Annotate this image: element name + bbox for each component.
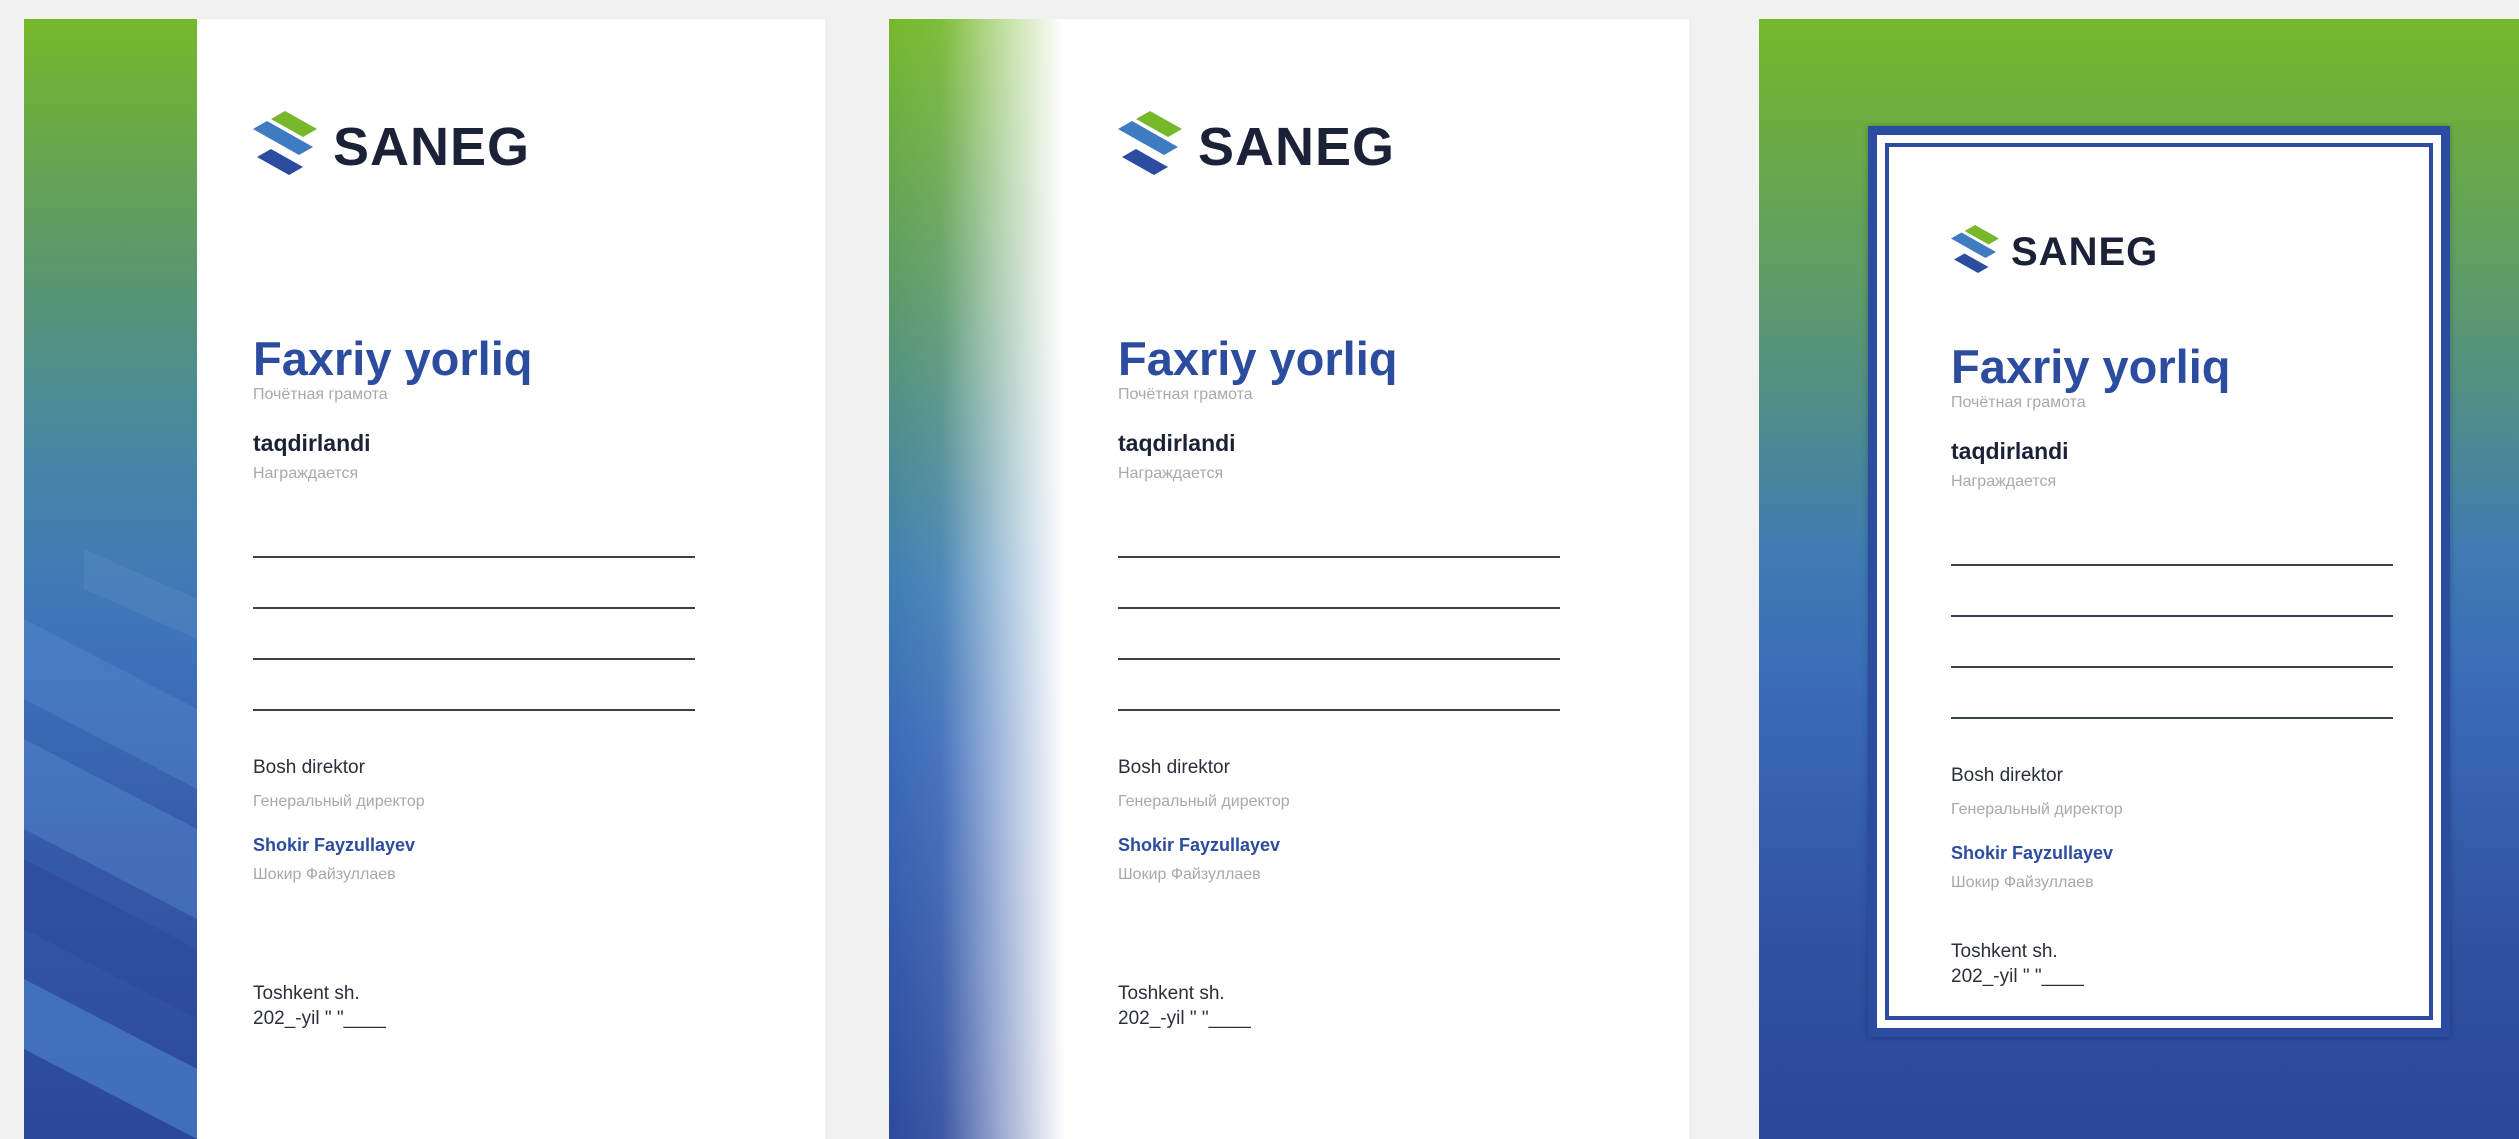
awarded-label-ru: Награждается <box>1118 465 1224 482</box>
fill-line <box>1951 566 2393 617</box>
fill-line <box>1951 668 2393 719</box>
date-placeholder: 202_-yil " "____ <box>1951 965 2084 987</box>
awarded-label: taqdirlandi <box>1118 430 1236 456</box>
director-position: Bosh direktor <box>253 757 365 778</box>
certificate-card-3: SANEG Faxriy yorliq Почётная грамота taq… <box>1759 19 2519 1139</box>
fill-line <box>1118 507 1560 558</box>
certificate-title: Faxriy yorliq <box>253 332 533 385</box>
certificate-title-ru: Почётная грамота <box>253 386 388 403</box>
gradient-fade-overlay <box>889 19 1064 1139</box>
saneg-logo-icon <box>253 111 317 175</box>
city-label: Toshkent sh. <box>1951 941 2058 962</box>
date-placeholder: 202_-yil " "____ <box>1118 1007 1251 1029</box>
brand-wordmark: SANEG <box>2011 229 2159 274</box>
city-label: Toshkent sh. <box>253 983 360 1004</box>
director-position: Bosh direktor <box>1118 757 1230 778</box>
awarded-label-ru: Награждается <box>253 465 359 482</box>
awarded-label: taqdirlandi <box>253 430 371 456</box>
signatory-name-ru: Шокир Файзуллаев <box>1951 874 2094 891</box>
saneg-logo: SANEG <box>1118 111 1395 183</box>
saneg-logo-icon <box>1951 225 1999 273</box>
frame-paper: SANEG Faxriy yorliq Почётная грамота taq… <box>1877 135 2441 1028</box>
fill-line <box>1118 558 1560 609</box>
fill-line <box>253 609 695 660</box>
gradient-stripe-band <box>24 19 197 1139</box>
fill-line <box>1118 609 1560 660</box>
certificate-body: Faxriy yorliq Почётная грамота taqdirlan… <box>253 335 695 1031</box>
name-fill-lines <box>1951 515 2393 719</box>
certificate-title: Faxriy yorliq <box>1951 340 2231 393</box>
fill-line <box>1118 660 1560 711</box>
certificate-body: Faxriy yorliq Почётная грамота taqdirlan… <box>1951 343 2393 989</box>
certificate-card-1: SANEG Faxriy yorliq Почётная грамота taq… <box>24 19 825 1139</box>
certificate-title-ru: Почётная грамота <box>1951 394 2086 411</box>
fill-line <box>253 507 695 558</box>
certificate-frame: SANEG Faxriy yorliq Почётная грамота taq… <box>1868 126 2450 1037</box>
brand-wordmark: SANEG <box>1198 117 1396 177</box>
brand-wordmark: SANEG <box>333 117 531 177</box>
director-position-ru: Генеральный директор <box>253 793 425 810</box>
fill-line <box>253 558 695 609</box>
certificate-card-2: SANEG Faxriy yorliq Почётная грамота taq… <box>889 19 1689 1139</box>
awarded-label-ru: Награждается <box>1951 473 2057 490</box>
name-fill-lines <box>253 507 695 711</box>
saneg-logo: SANEG <box>1951 225 2158 279</box>
fill-line <box>253 660 695 711</box>
signatory-name: Shokir Fayzullayev <box>1951 843 2114 863</box>
signatory-name: Shokir Fayzullayev <box>1118 835 1281 855</box>
certificate-title: Faxriy yorliq <box>1118 332 1398 385</box>
signatory-name-ru: Шокир Файзуллаев <box>253 866 396 883</box>
director-position-ru: Генеральный директор <box>1951 801 2123 818</box>
date-placeholder: 202_-yil " "____ <box>253 1007 386 1029</box>
saneg-logo: SANEG <box>253 111 530 183</box>
certificate-body: Faxriy yorliq Почётная грамота taqdirlan… <box>1118 335 1560 1031</box>
certificate-title-ru: Почётная грамота <box>1118 386 1253 403</box>
awarded-label: taqdirlandi <box>1951 438 2069 464</box>
city-label: Toshkent sh. <box>1118 983 1225 1004</box>
signatory-name-ru: Шокир Файзуллаев <box>1118 866 1261 883</box>
director-position-ru: Генеральный директор <box>1118 793 1290 810</box>
signatory-name: Shokir Fayzullayev <box>253 835 416 855</box>
director-position: Bosh direktor <box>1951 765 2063 786</box>
name-fill-lines <box>1118 507 1560 711</box>
saneg-logo-icon <box>1118 111 1182 175</box>
fill-line <box>1951 617 2393 668</box>
fill-line <box>1951 515 2393 566</box>
diagonal-stripes-graphic <box>24 549 197 1139</box>
